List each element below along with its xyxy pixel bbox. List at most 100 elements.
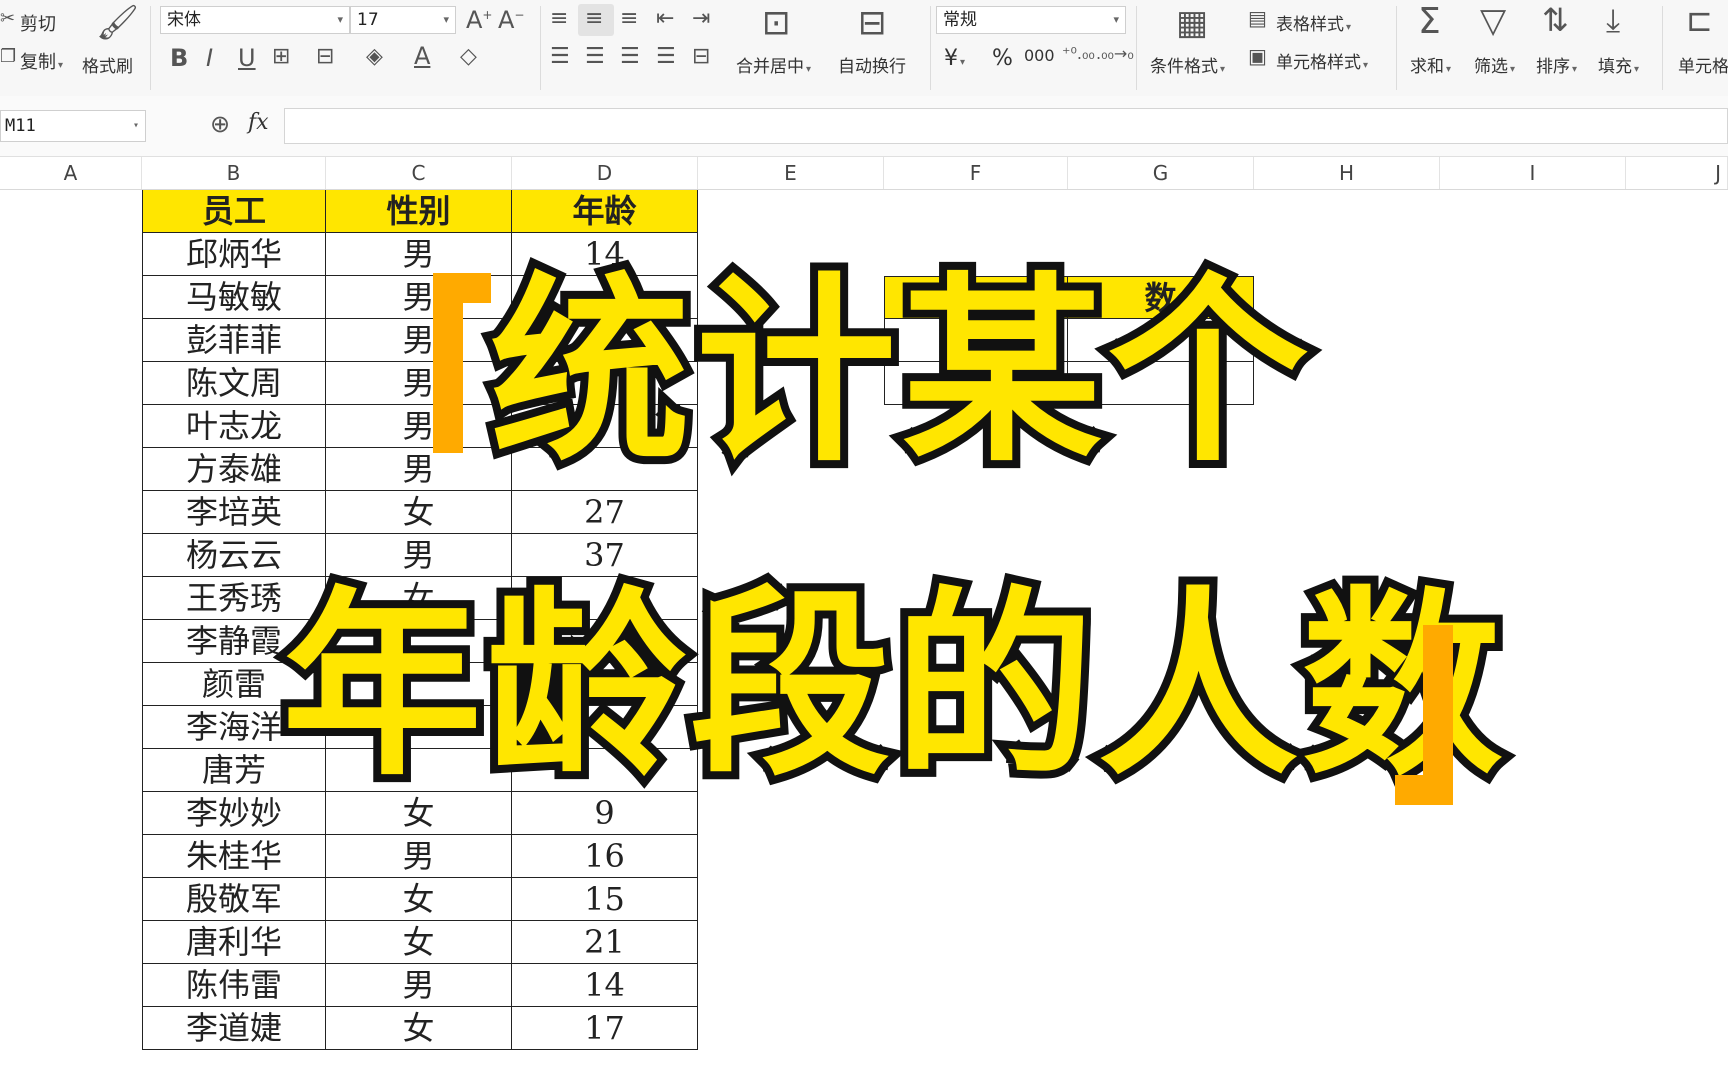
employee-name-cell[interactable]: 叶志龙 <box>142 405 326 448</box>
align-top-icon[interactable]: ≡ <box>550 8 568 30</box>
number-format-select[interactable]: 常规 ▾ <box>936 6 1126 34</box>
cell-style-button[interactable]: 单元格样式 ▾ <box>1276 48 1368 73</box>
filter-button[interactable]: 筛选 ▾ <box>1474 52 1515 77</box>
column-header[interactable]: D <box>512 157 698 189</box>
percent-button[interactable]: % <box>992 46 1013 71</box>
age-cell[interactable]: 15 <box>512 878 698 921</box>
increase-decimal-icon[interactable]: ⁺⁰.₀₀ <box>1062 46 1095 62</box>
fill-down-icon[interactable]: ⤓ <box>1606 4 1620 36</box>
font-size-select[interactable]: 17 ▾ <box>350 6 456 34</box>
cell-insert-icon[interactable]: ⊏ <box>1686 4 1713 36</box>
divider <box>1396 6 1397 90</box>
column-header[interactable]: I <box>1440 157 1626 189</box>
table-style-button[interactable]: 表格样式 ▾ <box>1276 10 1351 35</box>
age-cell[interactable]: 17 <box>512 1007 698 1050</box>
age-cell[interactable]: 21 <box>512 921 698 964</box>
font-color-icon[interactable]: A <box>414 44 430 68</box>
cell-style-icon[interactable]: ▣ <box>1248 46 1267 66</box>
employee-name-cell[interactable]: 陈文周 <box>142 362 326 405</box>
decrease-decimal-icon[interactable]: .₀₀→₀ <box>1096 46 1134 62</box>
copy-icon[interactable]: ❐ <box>0 48 16 66</box>
column-headers: A B C D E F G H I J <box>0 157 1728 190</box>
cell-button[interactable]: 单元格 <box>1678 52 1728 77</box>
column-header[interactable]: F <box>884 157 1068 189</box>
thousands-button[interactable]: 000 <box>1024 46 1055 65</box>
formula-input[interactable] <box>284 108 1728 144</box>
column-header[interactable]: E <box>698 157 884 189</box>
wrap-text-icon[interactable]: ⊟ <box>858 6 887 40</box>
decrease-font-icon[interactable]: A− <box>498 8 524 32</box>
copy-button[interactable]: 复制 ▾ <box>20 48 63 74</box>
table-header-cell[interactable]: 员工 <box>142 190 326 233</box>
employee-name-cell[interactable]: 彭菲菲 <box>142 319 326 362</box>
name-box[interactable]: M11 ▾ <box>0 110 146 142</box>
gender-cell[interactable]: 女 <box>326 1007 512 1050</box>
eraser-icon[interactable]: ◇ <box>460 46 477 68</box>
column-header[interactable]: G <box>1068 157 1254 189</box>
distribute-icon[interactable]: ⊟ <box>692 46 710 68</box>
fill-color-icon[interactable]: ◈ <box>366 46 383 68</box>
merge-cells-icon[interactable]: ⊡ <box>762 6 791 40</box>
age-cell[interactable]: 14 <box>512 964 698 1007</box>
zoom-icon[interactable]: ⊕ <box>210 112 230 136</box>
employee-name-cell[interactable]: 陈伟雷 <box>142 964 326 1007</box>
employee-name-cell[interactable]: 邱炳华 <box>142 233 326 276</box>
sum-icon[interactable]: Σ <box>1418 4 1441 40</box>
strikethrough-icon[interactable]: ⊟ <box>316 46 334 68</box>
gender-cell[interactable]: 男 <box>326 964 512 1007</box>
justify-icon[interactable]: ☰ <box>656 46 676 68</box>
scissors-icon[interactable]: ✂ <box>0 10 15 28</box>
column-header[interactable]: C <box>326 157 512 189</box>
divider <box>930 6 931 90</box>
align-left-icon[interactable]: ☰ <box>550 46 570 68</box>
align-center-icon[interactable]: ☰ <box>585 46 605 68</box>
table-style-icon[interactable]: ▤ <box>1248 8 1267 28</box>
wrap-text-button[interactable]: 自动换行 <box>838 52 906 77</box>
gender-cell[interactable]: 女 <box>326 878 512 921</box>
gender-cell[interactable]: 男 <box>326 835 512 878</box>
format-painter-button[interactable]: 格式刷 <box>82 52 133 77</box>
sort-icon[interactable]: ⇅ <box>1542 4 1569 36</box>
column-header[interactable]: H <box>1254 157 1440 189</box>
fill-button[interactable]: 填充 ▾ <box>1598 52 1639 77</box>
divider <box>1136 6 1137 90</box>
border-icon[interactable]: ⊞ <box>272 46 290 68</box>
employee-name-cell[interactable]: 马敏敏 <box>142 276 326 319</box>
underline-icon[interactable]: U <box>238 46 256 70</box>
age-cell[interactable]: 16 <box>512 835 698 878</box>
merge-center-button[interactable]: 合并居中 ▾ <box>736 52 811 77</box>
bold-icon[interactable]: B <box>170 46 188 70</box>
sum-button[interactable]: 求和 ▾ <box>1410 52 1451 77</box>
employee-name-cell[interactable]: 李培英 <box>142 491 326 534</box>
employee-name-cell[interactable]: 李道婕 <box>142 1007 326 1050</box>
gender-cell[interactable]: 女 <box>326 491 512 534</box>
align-bottom-icon[interactable]: ≡ <box>620 8 638 30</box>
increase-font-icon[interactable]: A+ <box>466 8 492 32</box>
fx-icon[interactable]: fx <box>248 110 269 135</box>
table-header-cell[interactable]: 年龄 <box>512 190 698 233</box>
italic-icon[interactable]: I <box>206 46 213 70</box>
gender-cell[interactable]: 女 <box>326 921 512 964</box>
cut-button[interactable]: 剪切 <box>20 10 56 36</box>
conditional-format-button[interactable]: 条件格式 ▾ <box>1150 52 1225 77</box>
column-header[interactable]: J <box>1626 157 1728 189</box>
table-header-cell[interactable]: 性别 <box>326 190 512 233</box>
age-cell[interactable]: 27 <box>512 491 698 534</box>
currency-button[interactable]: ¥ ▾ <box>944 46 965 71</box>
paintbrush-icon[interactable]: 🖌 <box>96 6 139 40</box>
column-header[interactable]: A <box>0 157 142 189</box>
employee-name-cell[interactable]: 殷敬军 <box>142 878 326 921</box>
indent-increase-icon[interactable]: ⇥ <box>692 8 710 30</box>
column-header[interactable]: B <box>142 157 326 189</box>
align-right-icon[interactable]: ☰ <box>620 46 640 68</box>
align-middle-icon[interactable]: ≡ <box>585 8 603 30</box>
employee-name-cell[interactable]: 方泰雄 <box>142 448 326 491</box>
sort-button[interactable]: 排序 ▾ <box>1536 52 1577 77</box>
employee-name-cell[interactable]: 唐利华 <box>142 921 326 964</box>
filter-icon[interactable]: ▽ <box>1480 4 1506 38</box>
conditional-format-icon[interactable]: ▦ <box>1176 6 1208 40</box>
font-name-select[interactable]: 宋体 ▾ <box>160 6 350 34</box>
close-bracket-icon <box>1395 625 1453 805</box>
indent-decrease-icon[interactable]: ⇤ <box>656 8 674 30</box>
employee-name-cell[interactable]: 朱桂华 <box>142 835 326 878</box>
